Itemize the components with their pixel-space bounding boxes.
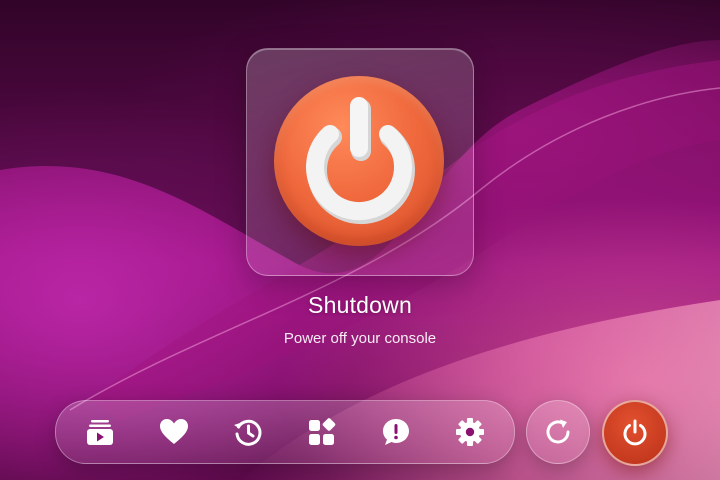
heart-icon bbox=[160, 419, 188, 444]
feedback-icon bbox=[383, 419, 409, 445]
selected-subtitle: Power off your console bbox=[283, 330, 437, 347]
power-icon bbox=[623, 419, 647, 446]
dock-item-feedback[interactable] bbox=[370, 401, 422, 463]
dock-item-apps[interactable] bbox=[296, 401, 348, 463]
dock-item-media[interactable] bbox=[74, 401, 126, 463]
restart-button[interactable] bbox=[526, 400, 590, 464]
selected-title: Shutdown bbox=[308, 292, 412, 318]
shutdown-power-icon bbox=[274, 76, 444, 246]
power-symbol-icon bbox=[306, 97, 415, 225]
media-library-icon bbox=[87, 420, 113, 445]
dock-item-favorites[interactable] bbox=[148, 401, 200, 463]
history-icon bbox=[234, 419, 262, 446]
dock bbox=[55, 400, 515, 464]
apps-icon bbox=[309, 418, 336, 445]
dock-item-history[interactable] bbox=[222, 401, 274, 463]
shutdown-button[interactable] bbox=[602, 400, 668, 466]
gear-icon bbox=[456, 418, 484, 446]
dock-item-settings[interactable] bbox=[444, 401, 496, 463]
restart-icon bbox=[546, 419, 570, 444]
